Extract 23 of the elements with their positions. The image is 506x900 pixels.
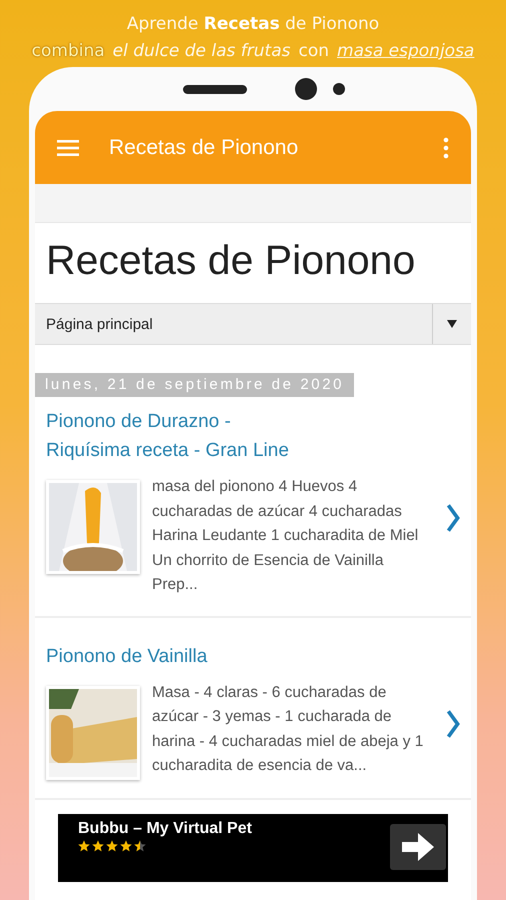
headline-text: masa esponjosa	[337, 40, 474, 63]
headline-text: Recetas	[204, 13, 280, 36]
post-date: lunes, 21 de septiembre de 2020	[35, 373, 354, 397]
ad-title: Bubbu – My Virtual Pet	[78, 820, 252, 838]
post-title-link[interactable]: Pionono de Durazno - Riquísima receta - Gran Line	[46, 407, 460, 465]
app-title: Recetas de Pionono	[109, 136, 300, 160]
headline-text: con	[298, 40, 330, 63]
headline-text: combina	[32, 40, 105, 63]
headline-text: el dulce de las frutas	[112, 40, 290, 63]
page-select[interactable]: Página principal	[35, 303, 471, 345]
headline-text: de Pionono	[284, 13, 380, 36]
post-snippet: Masa - 4 claras - 6 cucharadas de azúcar - 3 yemas - 1 cucharada de harina - 4 cucharadas miel de abeja y 1 cucharadita de esencia de va...	[152, 682, 424, 776]
arrow-right-icon[interactable]	[390, 824, 446, 870]
chevron-right-icon[interactable]	[446, 708, 460, 738]
speaker-icon	[183, 84, 247, 94]
chevron-right-icon[interactable]	[446, 503, 460, 533]
headline-text: Aprende	[126, 13, 200, 36]
camera-icon	[295, 78, 317, 100]
sensor-icon	[333, 83, 345, 95]
blog-title: Recetas de Pionono	[45, 236, 416, 285]
post-snippet: masa del pionono 4 Huevos 4 cucharadas de azúcar 4 cucharadas Harina Leudante 1 cucharadita de Miel Un chorrito de Esencia de Vainilla Prep...	[152, 477, 420, 595]
post-title-link[interactable]: Pionono de Vainilla	[46, 642, 460, 670]
ad-banner[interactable]: Bubbu – My Virtual Pet	[58, 814, 448, 882]
